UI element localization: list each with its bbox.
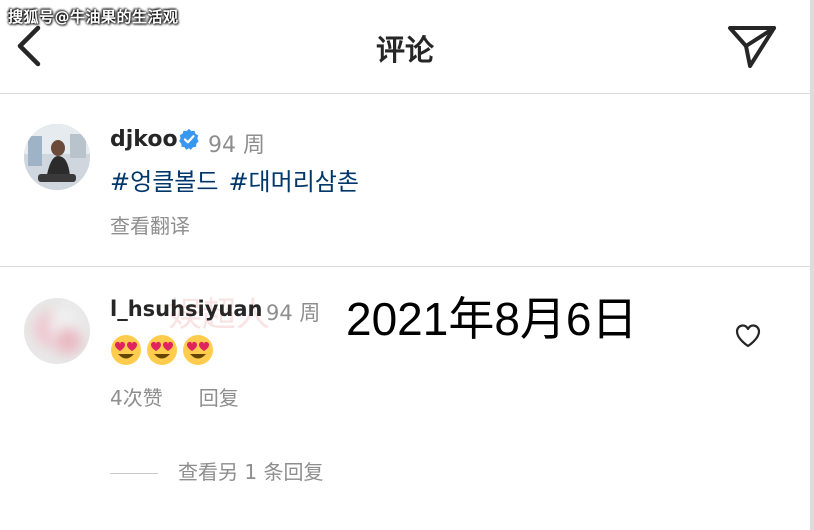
view-more-replies[interactable]: 查看另 1 条回复 bbox=[110, 456, 323, 485]
avatar[interactable] bbox=[24, 298, 90, 364]
screen-edge bbox=[810, 0, 814, 530]
heart-icon[interactable] bbox=[734, 322, 762, 350]
verified-badge-icon bbox=[179, 128, 199, 150]
hashtag-link[interactable]: #대머리삼촌 bbox=[228, 168, 359, 196]
heart-eyes-emoji-icon bbox=[147, 335, 177, 365]
comment-actions: 4次赞 回复 bbox=[110, 382, 275, 411]
comment-username[interactable]: l_hsuhsiyuan bbox=[110, 297, 263, 321]
like-count[interactable]: 4次赞 bbox=[110, 386, 163, 410]
site-watermark: 搜狐号@牛油果的生活观 bbox=[8, 8, 179, 26]
date-overlay-text: 2021年8月6日 bbox=[346, 293, 638, 345]
comment-timestamp: 94 周 bbox=[266, 301, 321, 325]
post-timestamp: 94 周 bbox=[208, 133, 265, 158]
comment-text bbox=[110, 334, 218, 368]
post-username[interactable]: djkoo bbox=[110, 127, 178, 152]
avatar[interactable] bbox=[24, 124, 90, 190]
heart-eyes-emoji-icon bbox=[111, 335, 141, 365]
caption-hashtags: #엉클볼드 #대머리삼촌 bbox=[110, 162, 369, 197]
post-caption: djkoo 94 周 #엉클볼드 #대머리삼촌 查看翻译 bbox=[0, 94, 810, 267]
avatar-photo bbox=[24, 124, 90, 190]
view-replies-label: 查看另 1 条回复 bbox=[178, 460, 324, 484]
hashtag-link[interactable]: #엉클볼드 bbox=[110, 168, 218, 196]
see-translation-link[interactable]: 查看翻译 bbox=[110, 210, 190, 239]
reply-button[interactable]: 回复 bbox=[199, 386, 239, 410]
send-icon[interactable] bbox=[726, 22, 778, 70]
divider-line bbox=[110, 473, 158, 474]
heart-eyes-emoji-icon bbox=[183, 335, 213, 365]
page-title: 评论 bbox=[375, 33, 434, 67]
